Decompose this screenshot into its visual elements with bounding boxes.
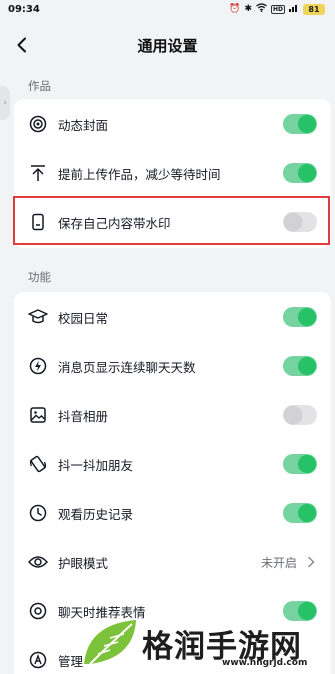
setting-label: 消息页显示连续聊天天数 <box>58 359 196 375</box>
eye-icon <box>28 552 48 572</box>
shake-friend-toggle[interactable] <box>283 454 317 474</box>
pre-upload-toggle[interactable] <box>283 163 317 183</box>
setting-row-eye-care[interactable]: 护眼模式 未开启 <box>14 540 331 584</box>
back-arrow-icon <box>17 37 26 53</box>
status-icons: ⏰ ✱ HD 81 <box>229 3 325 15</box>
toggle-knob <box>298 308 316 326</box>
setting-row-album[interactable]: 抖音相册 <box>14 393 331 437</box>
phone-watermark-icon <box>28 212 48 232</box>
setting-label: 观看历史记录 <box>58 506 134 522</box>
hd-badge: HD <box>270 4 285 14</box>
cellular-icon <box>289 3 299 15</box>
campus-toggle[interactable] <box>283 307 317 327</box>
eye-care-status: 未开启 <box>260 555 297 570</box>
toggle-knob <box>284 406 302 424</box>
setting-row-save-watermark[interactable]: 保存自己内容带水印 <box>14 200 331 244</box>
graduation-cap-icon <box>28 307 48 327</box>
settings-card-works: 动态封面 提前上传作品，减少等待时间 保存自己内容带水印 <box>14 99 331 248</box>
toggle-knob <box>298 115 316 133</box>
section-label-works: 作品 <box>28 79 51 93</box>
battery-icon: 81 <box>303 3 325 15</box>
page-title: 通用设置 <box>137 36 198 55</box>
wifi-icon <box>256 3 267 15</box>
manage-icon <box>28 650 48 670</box>
lightning-icon <box>28 356 48 376</box>
album-toggle[interactable] <box>283 405 317 425</box>
setting-label: 抖音相册 <box>58 408 109 424</box>
status-time: 09:34 <box>8 3 40 15</box>
chevron-right-icon <box>305 555 317 569</box>
signal-icon: ✱ <box>244 4 252 14</box>
setting-row-pre-upload[interactable]: 提前上传作品，减少等待时间 <box>14 151 331 195</box>
save-watermark-toggle[interactable] <box>283 212 317 232</box>
setting-label: 提前上传作品，减少等待时间 <box>58 166 221 182</box>
setting-row-watch-history[interactable]: 观看历史记录 <box>14 491 331 535</box>
setting-label: 抖一抖加朋友 <box>58 457 134 473</box>
toggle-knob <box>298 504 316 522</box>
image-album-icon <box>28 405 48 425</box>
toggle-knob <box>298 455 316 473</box>
chat-sticker-icon <box>28 601 48 621</box>
section-label-features: 功能 <box>28 270 51 284</box>
setting-row-campus[interactable]: 校园日常 <box>14 295 331 339</box>
setting-row-chat-streak[interactable]: 消息页显示连续聊天天数 <box>14 344 331 388</box>
shake-phone-icon <box>28 454 48 474</box>
leaf-logo-icon <box>84 620 136 665</box>
setting-row-dynamic-cover[interactable]: 动态封面 <box>14 102 331 146</box>
toggle-knob <box>284 213 302 231</box>
watermark-url: www.hngrjd.com <box>222 658 308 668</box>
dynamic-cover-icon <box>28 114 48 134</box>
watch-history-toggle[interactable] <box>283 503 317 523</box>
setting-label: 校园日常 <box>58 310 109 326</box>
toggle-knob <box>298 164 316 182</box>
chat-streak-toggle[interactable] <box>283 356 317 376</box>
site-watermark: 格润手游网 www.hngrjd.com <box>80 612 335 674</box>
nav-bar: 通用设置 <box>0 30 335 60</box>
chevron-right-icon: › <box>3 98 7 108</box>
setting-label: 动态封面 <box>58 117 109 133</box>
setting-label: 保存自己内容带水印 <box>58 215 171 231</box>
dynamic-cover-toggle[interactable] <box>283 114 317 134</box>
clock-history-icon <box>28 503 48 523</box>
toggle-knob <box>298 357 316 375</box>
back-button[interactable] <box>10 32 34 58</box>
setting-row-shake-friend[interactable]: 抖一抖加朋友 <box>14 442 331 486</box>
alarm-icon: ⏰ <box>229 4 241 14</box>
upload-arrow-icon <box>28 163 48 183</box>
status-bar: 09:34 ⏰ ✱ HD 81 <box>0 0 335 18</box>
setting-label: 护眼模式 <box>58 555 109 571</box>
side-drawer-handle[interactable]: › <box>0 86 10 120</box>
